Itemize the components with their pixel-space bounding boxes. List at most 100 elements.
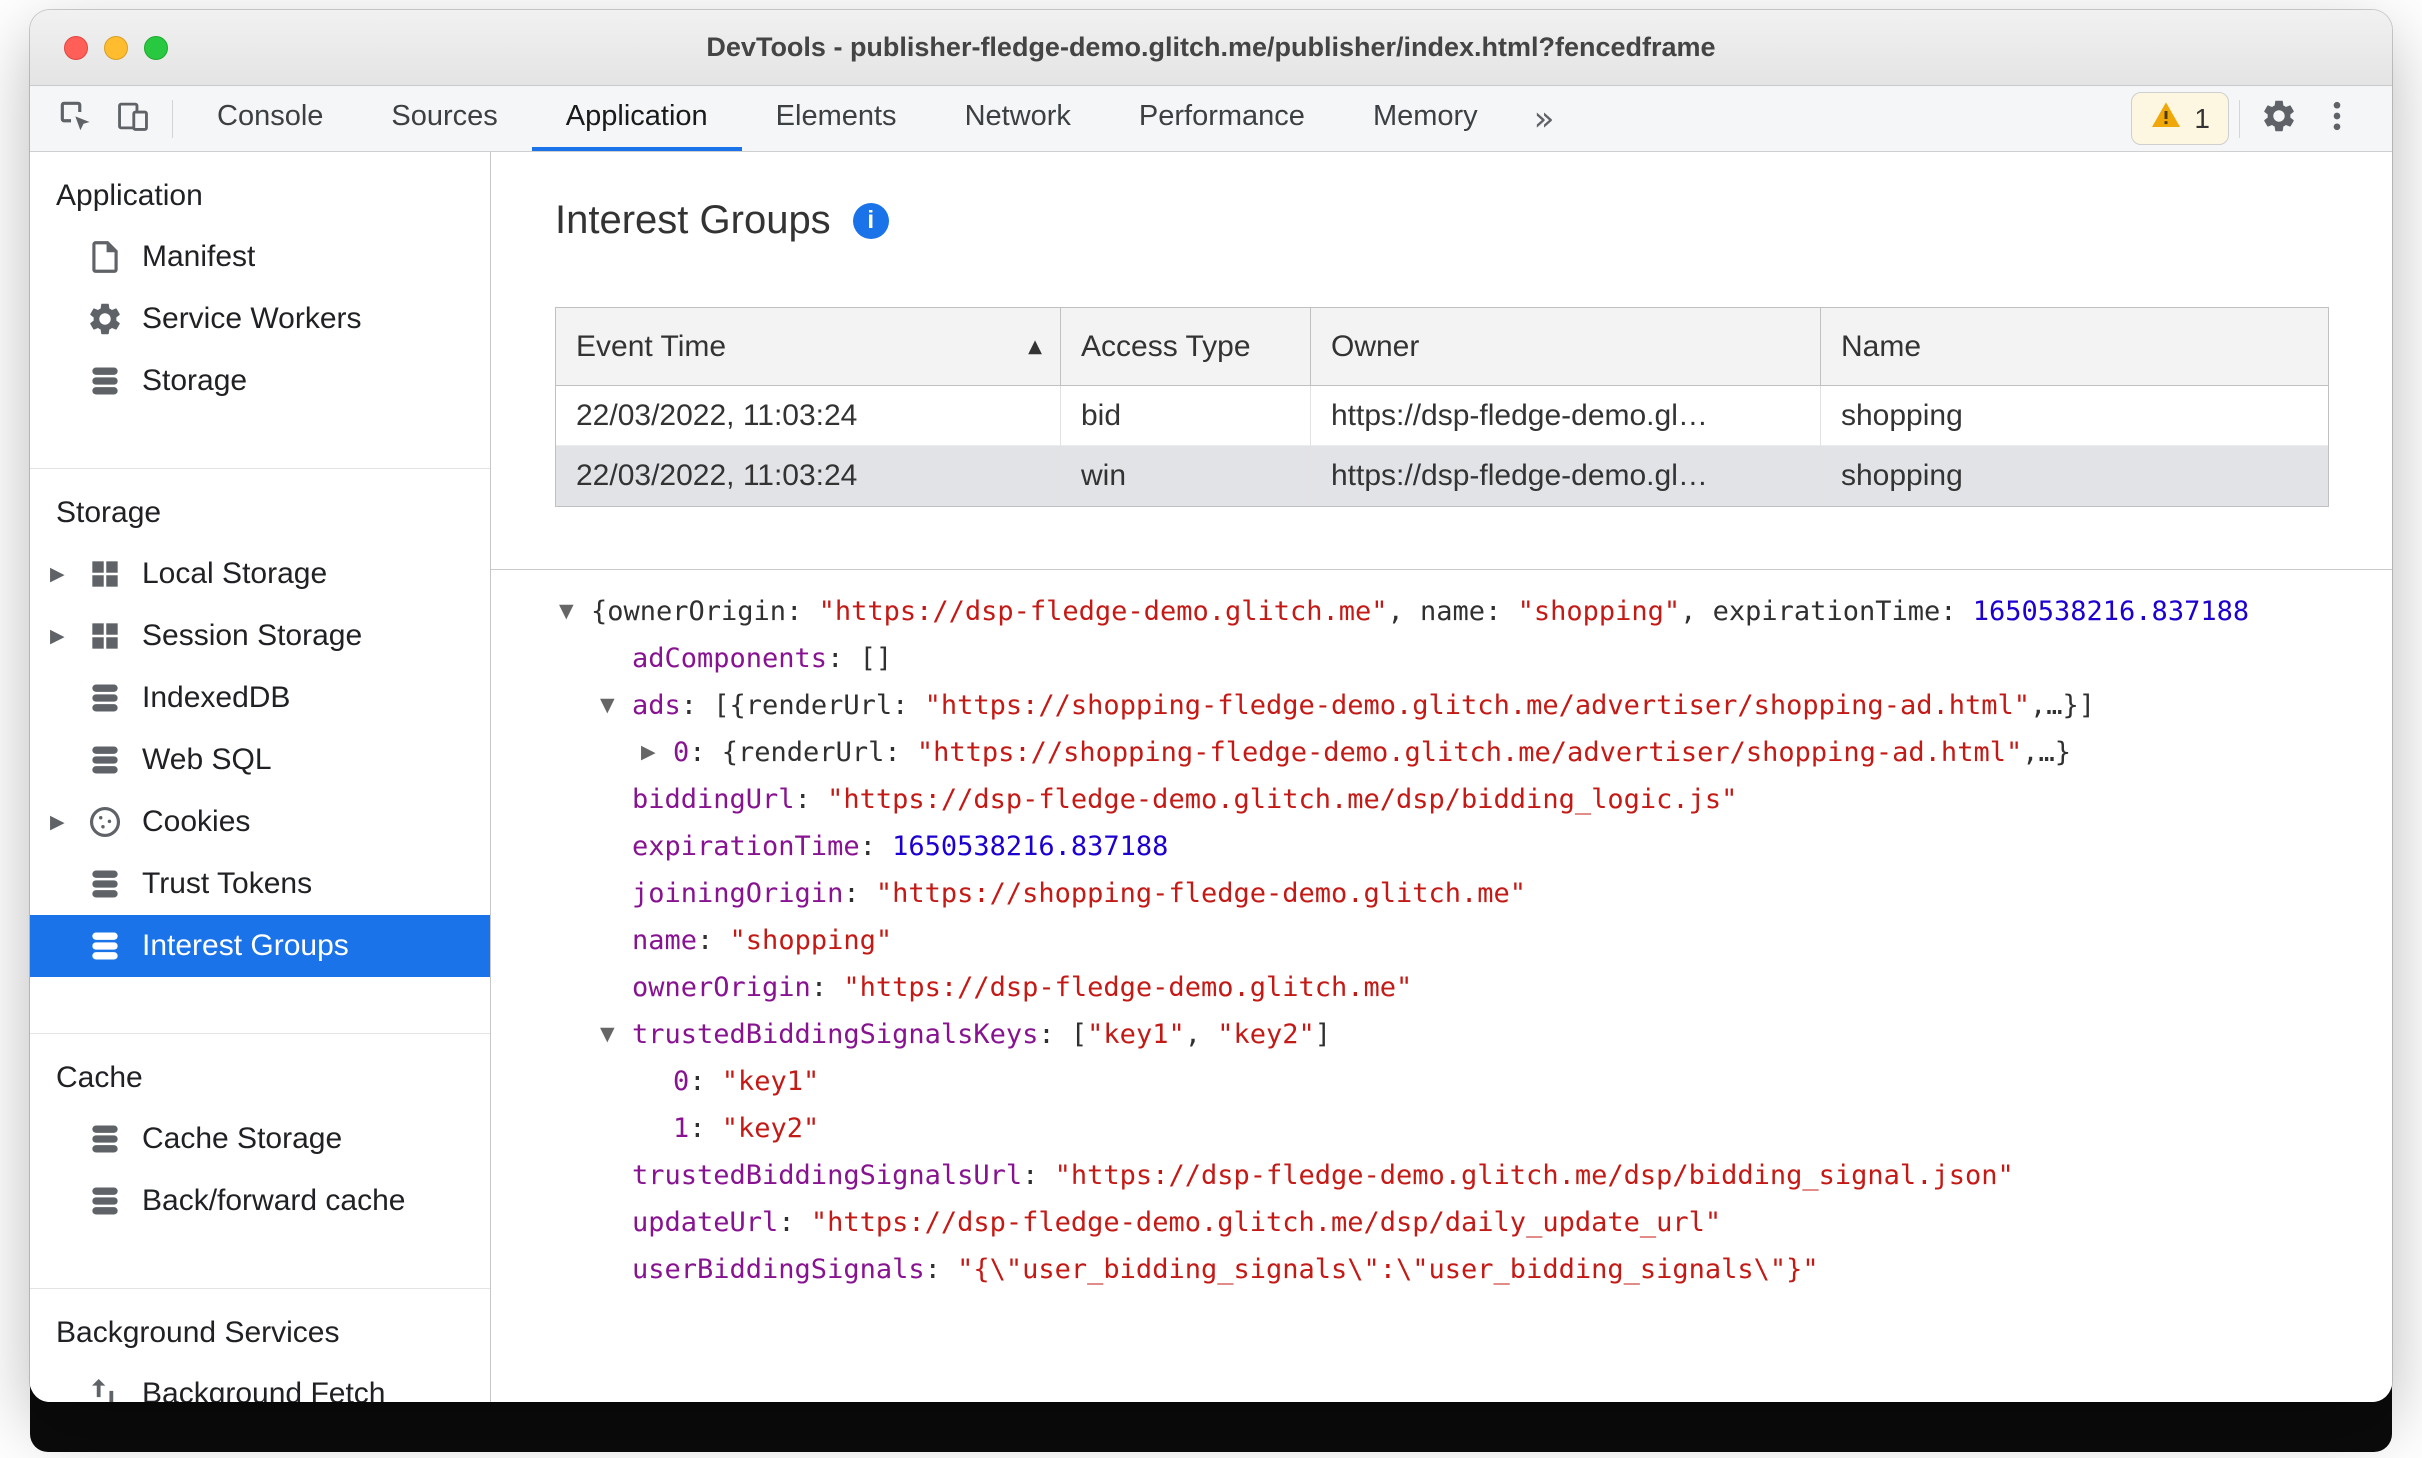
warning-icon — [2150, 99, 2182, 138]
expand-arrow-icon[interactable]: ▶ — [50, 563, 86, 585]
minimize-button[interactable] — [104, 36, 128, 60]
device-toolbar-button[interactable] — [104, 86, 162, 151]
tab-console[interactable]: Console — [183, 86, 357, 151]
sidebar-item-trust-tokens[interactable]: Trust Tokens — [30, 853, 490, 915]
column-header-access-type[interactable]: Access Type — [1061, 308, 1311, 386]
column-header-name[interactable]: Name — [1821, 308, 2328, 386]
tab-elements[interactable]: Elements — [742, 86, 931, 151]
tree-segment-num: 1650538216.837188 — [1972, 596, 2250, 627]
sidebar-item-local-storage[interactable]: ▶ Local Storage — [30, 543, 490, 605]
sidebar-item-label: Background Fetch — [142, 1377, 386, 1402]
tree-line[interactable]: ▼ {ownerOrigin: "https://dsp-fledge-demo.… — [491, 588, 2392, 635]
tree-segment-plain: : — [794, 784, 828, 815]
tree-segment-plain: : — [843, 878, 876, 909]
tree-segment-key: adComponents — [632, 643, 828, 674]
more-tabs-button[interactable]: » — [1512, 86, 1577, 151]
inspect-element-button[interactable] — [46, 86, 104, 151]
sidebar-item-cookies[interactable]: ▶ Cookies — [30, 791, 490, 853]
sidebar-item-service-workers[interactable]: Service Workers — [30, 288, 490, 350]
collapse-arrow-icon[interactable]: ▼ — [600, 1011, 615, 1058]
column-header-owner[interactable]: Owner — [1311, 308, 1821, 386]
issues-badge[interactable]: 1 — [2131, 92, 2229, 145]
table-cell[interactable]: https://dsp-fledge-demo.gl… — [1311, 386, 1821, 446]
sidebar-item-label: Local Storage — [142, 557, 328, 590]
tree-line[interactable]: 0: "key1" — [491, 1058, 2392, 1105]
sidebar-item-storage[interactable]: Storage — [30, 350, 490, 412]
expand-arrow-icon[interactable]: ▶ — [50, 625, 86, 647]
menu-button[interactable] — [2308, 97, 2366, 140]
tree-line[interactable]: joiningOrigin: "https://shopping-fledge-… — [491, 870, 2392, 917]
tree-segment-str: "key1" — [721, 1066, 820, 1097]
tree-segment-plain: , name: — [1387, 596, 1518, 627]
tree-line[interactable]: expirationTime: 1650538216.837188 — [491, 823, 2392, 870]
main-panel: Interest Groups i Event Time ▲ Access Type… — [491, 152, 2392, 1402]
tree-segment-plain: : — [859, 831, 893, 862]
sidebar-item-session-storage[interactable]: ▶ Session Storage — [30, 605, 490, 667]
sidebar-item-back-forward-cache[interactable]: Back/forward cache — [30, 1170, 490, 1232]
table-cell[interactable]: 22/03/2022, 11:03:24 — [556, 386, 1061, 446]
table-cell[interactable]: shopping — [1821, 386, 2328, 446]
tab-network[interactable]: Network — [931, 86, 1105, 151]
table-cell[interactable]: bid — [1061, 386, 1311, 446]
zoom-button[interactable] — [144, 36, 168, 60]
toolbar-right: 1 — [2131, 86, 2392, 151]
tree-segment-key: expirationTime — [632, 831, 860, 862]
tree-line[interactable]: ownerOrigin: "https://dsp-fledge-demo.gl… — [491, 964, 2392, 1011]
tree-line[interactable]: adComponents: [] — [491, 635, 2392, 682]
inspect-icon — [56, 97, 94, 140]
device-toolbar-icon — [114, 97, 152, 140]
gear-icon — [2260, 97, 2298, 140]
tab-sources[interactable]: Sources — [357, 86, 531, 151]
tab-application[interactable]: Application — [531, 86, 742, 151]
expand-arrow-icon[interactable]: ▶ — [50, 811, 86, 833]
tree-segment-plain: ,…} — [2022, 737, 2071, 768]
sidebar-item-label: Cache Storage — [142, 1122, 343, 1155]
tree-segment-plain: : {renderUrl: — [689, 737, 917, 768]
info-icon[interactable]: i — [852, 202, 889, 239]
desktop-background: DevTools - publisher-fledge-demo.glitch.… — [0, 0, 2422, 1458]
sidebar-section-background-services: Background Services Background Fetch — [30, 1289, 490, 1402]
tree-line[interactable]: trustedBiddingSignalsUrl: "https://dsp-f… — [491, 1152, 2392, 1199]
table-cell[interactable]: win — [1061, 446, 1311, 506]
panel-content: Application Manifest Service Workers Storag… — [30, 152, 2392, 1402]
tree-line[interactable]: ▶ 0: {renderUrl: "https://shopping-fledge… — [491, 729, 2392, 776]
table-cell[interactable]: shopping — [1821, 446, 2328, 506]
tree-segment-key: 0 — [673, 1066, 690, 1097]
sidebar-item-indexeddb[interactable]: IndexedDB — [30, 667, 490, 729]
sidebar-item-background-fetch[interactable]: Background Fetch — [30, 1363, 490, 1402]
table-icon — [86, 555, 124, 593]
settings-button[interactable] — [2250, 97, 2308, 140]
expand-arrow-icon[interactable]: ▶ — [641, 729, 656, 776]
three-dot-menu-icon — [2318, 97, 2356, 140]
divider — [491, 569, 2392, 570]
tree-line[interactable]: biddingUrl: "https://dsp-fledge-demo.gli… — [491, 776, 2392, 823]
tree-line[interactable]: userBiddingSignals: "{\"user_bidding_sig… — [491, 1246, 2392, 1293]
tree-line[interactable]: ▼ ads: [{renderUrl: "https://shopping-fle… — [491, 682, 2392, 729]
database-icon — [86, 1120, 124, 1158]
tree-line[interactable]: updateUrl: "https://dsp-fledge-demo.glit… — [491, 1199, 2392, 1246]
toolbar-separator — [172, 99, 173, 138]
tab-performance[interactable]: Performance — [1105, 86, 1339, 151]
column-header-event-time[interactable]: Event Time ▲ — [556, 308, 1061, 386]
close-button[interactable] — [64, 36, 88, 60]
sidebar-item-interest-groups[interactable]: Interest Groups — [30, 915, 490, 977]
tree-line[interactable]: 1: "key2" — [491, 1105, 2392, 1152]
json-tree: ▼ {ownerOrigin: "https://dsp-fledge-demo.… — [491, 588, 2392, 1293]
tree-segment-str: "key2" — [721, 1113, 820, 1144]
table-cell[interactable]: 22/03/2022, 11:03:24 — [556, 446, 1061, 506]
sidebar-item-manifest[interactable]: Manifest — [30, 226, 490, 288]
collapse-arrow-icon[interactable]: ▼ — [559, 588, 574, 635]
sidebar-item-cache-storage[interactable]: Cache Storage — [30, 1108, 490, 1170]
tree-segment-plain: : — [810, 972, 844, 1003]
tree-segment-key: ads — [632, 690, 681, 721]
database-icon — [86, 741, 124, 779]
tree-segment-str: "{\"user_bidding_signals\":\"user_biddin… — [957, 1254, 1819, 1285]
tab-memory[interactable]: Memory — [1339, 86, 1512, 151]
sidebar-item-web-sql[interactable]: Web SQL — [30, 729, 490, 791]
collapse-arrow-icon[interactable]: ▼ — [600, 682, 615, 729]
sidebar-section-header: Cache — [56, 1061, 143, 1094]
sidebar-section-application: Application Manifest Service Workers Storag… — [30, 152, 490, 469]
tree-line[interactable]: name: "shopping" — [491, 917, 2392, 964]
tree-line[interactable]: ▼ trustedBiddingSignalsKeys: ["key1", "ke… — [491, 1011, 2392, 1058]
table-cell[interactable]: https://dsp-fledge-demo.gl… — [1311, 446, 1821, 506]
